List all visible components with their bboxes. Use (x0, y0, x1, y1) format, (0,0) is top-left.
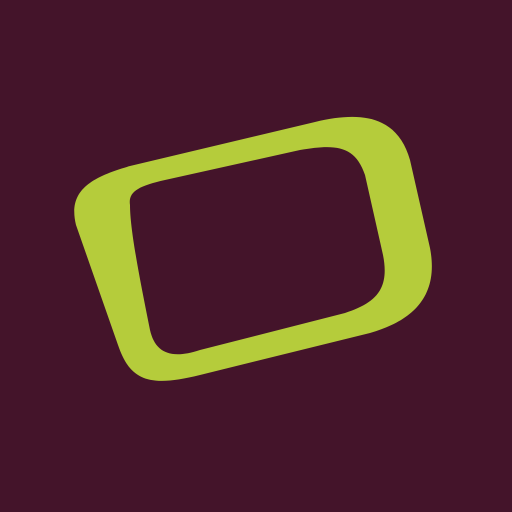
app-icon-canvas (0, 0, 512, 512)
app-icon-graphic (0, 0, 512, 512)
background (0, 0, 512, 512)
